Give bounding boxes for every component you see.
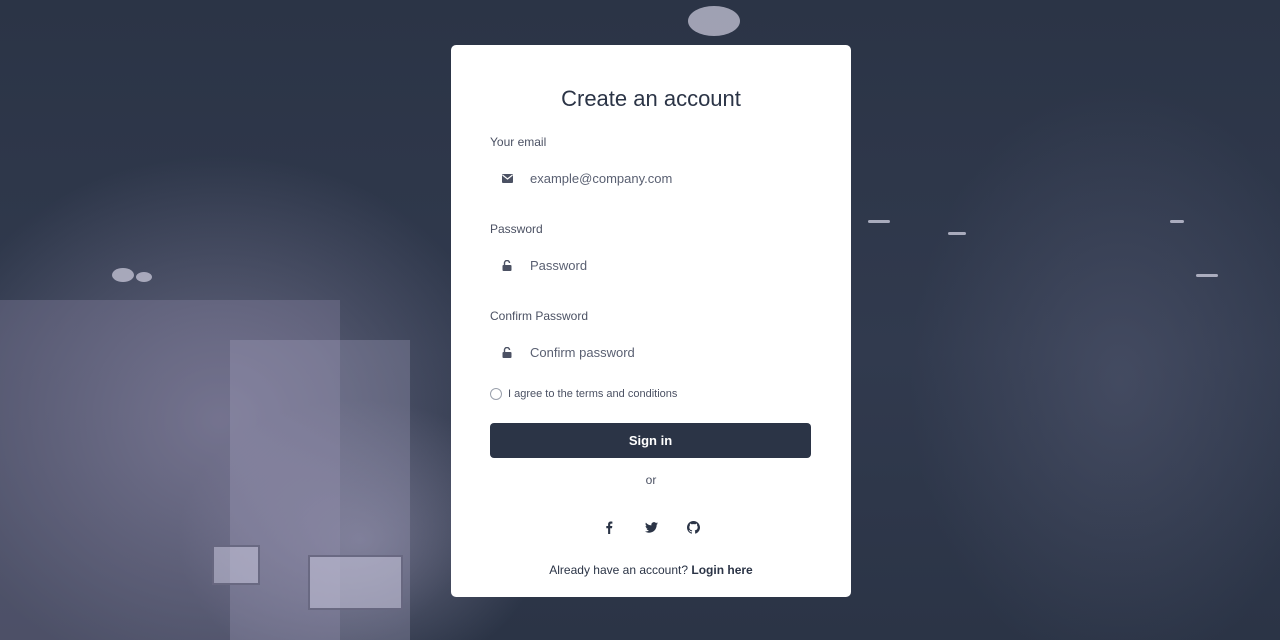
email-field-wrapper [490, 157, 812, 199]
unlock-icon [491, 346, 523, 358]
password-label: Password [490, 222, 543, 236]
login-prompt: Already have an account? Login here [490, 562, 812, 578]
social-login-row [490, 517, 812, 537]
terms-label: I agree to the terms and conditions [508, 388, 678, 400]
login-prompt-text: Already have an account? [549, 563, 689, 577]
confirm-password-label: Confirm Password [490, 309, 589, 323]
facebook-icon[interactable] [599, 517, 619, 537]
signup-card: Create an account Your email Password Co… [451, 45, 851, 597]
login-link[interactable]: Login here [691, 563, 752, 577]
email-label: Your email [490, 135, 547, 149]
terms-checkbox[interactable] [490, 388, 502, 400]
unlock-icon [491, 259, 523, 271]
email-input[interactable] [530, 163, 810, 193]
github-icon[interactable] [683, 517, 703, 537]
divider-text: or [645, 473, 657, 487]
terms-row: I agree to the terms and conditions [490, 386, 812, 402]
twitter-icon[interactable] [641, 517, 661, 537]
confirm-password-input[interactable] [530, 337, 810, 367]
page-title: Create an account [561, 86, 741, 111]
password-field-wrapper [490, 244, 812, 286]
envelope-icon [491, 173, 523, 183]
password-input[interactable] [530, 250, 810, 280]
sign-in-button[interactable]: Sign in [490, 423, 811, 458]
confirm-password-field-wrapper [490, 331, 812, 373]
